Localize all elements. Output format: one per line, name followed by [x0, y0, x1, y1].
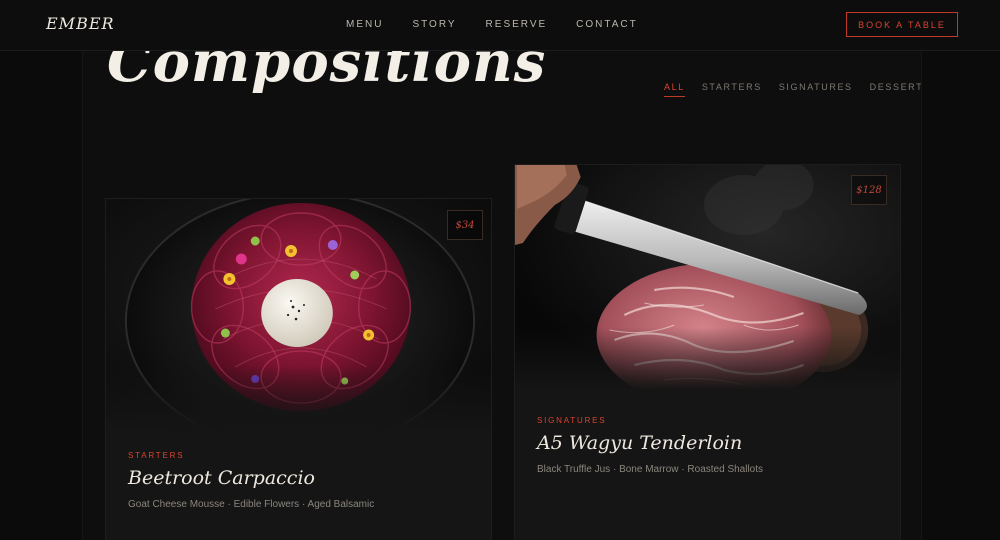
nav-link-reserve[interactable]: RESERVE	[486, 19, 548, 30]
nav-link-contact[interactable]: CONTACT	[576, 19, 638, 30]
dish-description: Goat Cheese Mousse · Edible Flowers · Ag…	[128, 499, 375, 510]
dish-title: A5 Wagyu Tenderloin	[537, 432, 743, 454]
book-table-button[interactable]: BOOK A TABLE	[846, 12, 958, 37]
category-filters: ALL STARTERS SIGNATURES DESSERTS	[664, 82, 921, 97]
nav-links: MENU STORY RESERVE CONTACT	[346, 19, 667, 30]
filter-desserts[interactable]: DESSERTS	[870, 82, 921, 97]
beetroot-plate-icon	[106, 199, 491, 429]
nav-link-menu[interactable]: MENU	[346, 19, 383, 30]
dish-card-a5-wagyu-tenderloin[interactable]: $128 SIGNATURES A5 Wagyu Tenderloin Blac…	[514, 164, 901, 540]
dish-title: Beetroot Carpaccio	[128, 467, 315, 489]
wagyu-knife-icon	[515, 165, 900, 390]
dish-category: SIGNATURES	[537, 416, 607, 425]
filter-starters[interactable]: STARTERS	[702, 82, 762, 97]
top-nav: EMBER MENU STORY RESERVE CONTACT BOOK A …	[0, 0, 1000, 51]
filter-all[interactable]: ALL	[664, 82, 685, 97]
price-tag: $128	[851, 175, 887, 205]
filter-signatures[interactable]: SIGNATURES	[779, 82, 853, 97]
compositions-section: Compositions ALL STARTERS SIGNATURES DES…	[82, 51, 922, 540]
brand-logo[interactable]: EMBER	[46, 14, 115, 33]
nav-link-story[interactable]: STORY	[412, 19, 456, 30]
price-tag: $34	[447, 210, 483, 240]
dish-card-beetroot-carpaccio[interactable]: $34 STARTERS Beetroot Carpaccio Goat Che…	[105, 198, 492, 540]
dish-category: STARTERS	[128, 451, 185, 460]
section-heading: Compositions	[107, 51, 547, 95]
dish-description: Black Truffle Jus · Bone Marrow · Roaste…	[537, 464, 764, 475]
